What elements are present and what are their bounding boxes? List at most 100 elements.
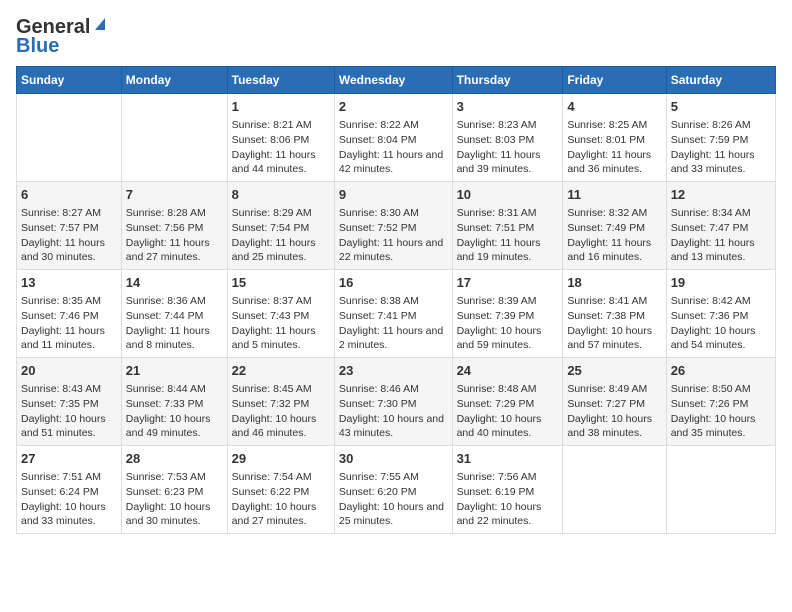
- calendar-cell: 20Sunrise: 8:43 AM Sunset: 7:35 PM Dayli…: [17, 358, 122, 446]
- calendar-cell: [563, 446, 666, 534]
- day-number: 25: [567, 362, 661, 380]
- day-number: 2: [339, 98, 448, 116]
- day-info: Sunrise: 8:35 AM Sunset: 7:46 PM Dayligh…: [21, 294, 117, 353]
- day-info: Sunrise: 7:55 AM Sunset: 6:20 PM Dayligh…: [339, 470, 448, 529]
- day-number: 10: [457, 186, 559, 204]
- day-info: Sunrise: 8:49 AM Sunset: 7:27 PM Dayligh…: [567, 382, 661, 441]
- calendar-cell: 2 Sunrise: 8:22 AM Sunset: 8:04 PM Daylig…: [334, 94, 452, 182]
- calendar-cell: 11Sunrise: 8:32 AM Sunset: 7:49 PM Dayli…: [563, 182, 666, 270]
- day-number: 8: [232, 186, 330, 204]
- page-header: General Blue: [16, 16, 776, 58]
- calendar-cell: [666, 446, 775, 534]
- day-number: 23: [339, 362, 448, 380]
- day-info: Sunrise: 8:23 AM Sunset: 8:03 PM Dayligh…: [457, 118, 559, 177]
- day-number: 27: [21, 450, 117, 468]
- calendar-cell: 25 Sunrise: 8:49 AM Sunset: 7:27 PM Dayli…: [563, 358, 666, 446]
- day-info: Sunrise: 8:34 AM Sunset: 7:47 PM Dayligh…: [671, 206, 771, 265]
- calendar-week-3: 13Sunrise: 8:35 AM Sunset: 7:46 PM Dayli…: [17, 270, 776, 358]
- logo: General Blue: [16, 16, 109, 58]
- weekday-saturday: Saturday: [666, 67, 775, 94]
- day-number: 5: [671, 98, 771, 116]
- day-number: 30: [339, 450, 448, 468]
- calendar-cell: 30 Sunrise: 7:55 AM Sunset: 6:20 PM Dayli…: [334, 446, 452, 534]
- day-info: Sunrise: 8:38 AM Sunset: 7:41 PM Dayligh…: [339, 294, 448, 353]
- day-number: 29: [232, 450, 330, 468]
- calendar-cell: 12 Sunrise: 8:34 AM Sunset: 7:47 PM Dayli…: [666, 182, 775, 270]
- weekday-header-row: SundayMondayTuesdayWednesdayThursdayFrid…: [17, 67, 776, 94]
- calendar-cell: 7 Sunrise: 8:28 AM Sunset: 7:56 PM Daylig…: [121, 182, 227, 270]
- calendar-table: SundayMondayTuesdayWednesdayThursdayFrid…: [16, 66, 776, 534]
- day-info: Sunrise: 8:27 AM Sunset: 7:57 PM Dayligh…: [21, 206, 117, 265]
- day-number: 19: [671, 274, 771, 292]
- day-info: Sunrise: 8:31 AM Sunset: 7:51 PM Dayligh…: [457, 206, 559, 265]
- day-number: 22: [232, 362, 330, 380]
- weekday-friday: Friday: [563, 67, 666, 94]
- day-number: 4: [567, 98, 661, 116]
- calendar-cell: 31 Sunrise: 7:56 AM Sunset: 6:19 PM Dayli…: [452, 446, 563, 534]
- calendar-cell: 3 Sunrise: 8:23 AM Sunset: 8:03 PM Daylig…: [452, 94, 563, 182]
- calendar-cell: 13Sunrise: 8:35 AM Sunset: 7:46 PM Dayli…: [17, 270, 122, 358]
- day-number: 16: [339, 274, 448, 292]
- day-info: Sunrise: 8:32 AM Sunset: 7:49 PM Dayligh…: [567, 206, 661, 265]
- day-info: Sunrise: 7:56 AM Sunset: 6:19 PM Dayligh…: [457, 470, 559, 529]
- weekday-monday: Monday: [121, 67, 227, 94]
- calendar-cell: 24 Sunrise: 8:48 AM Sunset: 7:29 PM Dayli…: [452, 358, 563, 446]
- calendar-cell: 4 Sunrise: 8:25 AM Sunset: 8:01 PM Daylig…: [563, 94, 666, 182]
- day-info: Sunrise: 8:21 AM Sunset: 8:06 PM Dayligh…: [232, 118, 330, 177]
- day-number: 26: [671, 362, 771, 380]
- logo-blue: Blue: [16, 35, 59, 58]
- calendar-cell: 27 Sunrise: 7:51 AM Sunset: 6:24 PM Dayli…: [17, 446, 122, 534]
- weekday-thursday: Thursday: [452, 67, 563, 94]
- calendar-cell: 26 Sunrise: 8:50 AM Sunset: 7:26 PM Dayli…: [666, 358, 775, 446]
- day-number: 7: [126, 186, 223, 204]
- day-info: Sunrise: 8:48 AM Sunset: 7:29 PM Dayligh…: [457, 382, 559, 441]
- day-number: 14: [126, 274, 223, 292]
- calendar-cell: 6Sunrise: 8:27 AM Sunset: 7:57 PM Daylig…: [17, 182, 122, 270]
- calendar-week-2: 6Sunrise: 8:27 AM Sunset: 7:57 PM Daylig…: [17, 182, 776, 270]
- calendar-cell: 8 Sunrise: 8:29 AM Sunset: 7:54 PM Daylig…: [227, 182, 334, 270]
- day-info: Sunrise: 8:41 AM Sunset: 7:38 PM Dayligh…: [567, 294, 661, 353]
- day-info: Sunrise: 8:46 AM Sunset: 7:30 PM Dayligh…: [339, 382, 448, 441]
- day-info: Sunrise: 8:28 AM Sunset: 7:56 PM Dayligh…: [126, 206, 223, 265]
- calendar-cell: 23 Sunrise: 8:46 AM Sunset: 7:30 PM Dayli…: [334, 358, 452, 446]
- calendar-cell: 1 Sunrise: 8:21 AM Sunset: 8:06 PM Daylig…: [227, 94, 334, 182]
- calendar-cell: 19Sunrise: 8:42 AM Sunset: 7:36 PM Dayli…: [666, 270, 775, 358]
- day-number: 24: [457, 362, 559, 380]
- logo-icon: [91, 16, 109, 34]
- calendar-cell: 17Sunrise: 8:39 AM Sunset: 7:39 PM Dayli…: [452, 270, 563, 358]
- day-info: Sunrise: 8:36 AM Sunset: 7:44 PM Dayligh…: [126, 294, 223, 353]
- day-number: 31: [457, 450, 559, 468]
- day-number: 3: [457, 98, 559, 116]
- calendar-cell: 18 Sunrise: 8:41 AM Sunset: 7:38 PM Dayli…: [563, 270, 666, 358]
- day-number: 21: [126, 362, 223, 380]
- calendar-cell: 5 Sunrise: 8:26 AM Sunset: 7:59 PM Daylig…: [666, 94, 775, 182]
- day-info: Sunrise: 8:39 AM Sunset: 7:39 PM Dayligh…: [457, 294, 559, 353]
- day-number: 1: [232, 98, 330, 116]
- day-number: 15: [232, 274, 330, 292]
- calendar-cell: 16 Sunrise: 8:38 AM Sunset: 7:41 PM Dayli…: [334, 270, 452, 358]
- day-info: Sunrise: 8:44 AM Sunset: 7:33 PM Dayligh…: [126, 382, 223, 441]
- day-info: Sunrise: 7:53 AM Sunset: 6:23 PM Dayligh…: [126, 470, 223, 529]
- calendar-week-4: 20Sunrise: 8:43 AM Sunset: 7:35 PM Dayli…: [17, 358, 776, 446]
- calendar-cell: 22 Sunrise: 8:45 AM Sunset: 7:32 PM Dayli…: [227, 358, 334, 446]
- calendar-cell: 15 Sunrise: 8:37 AM Sunset: 7:43 PM Dayli…: [227, 270, 334, 358]
- day-info: Sunrise: 8:29 AM Sunset: 7:54 PM Dayligh…: [232, 206, 330, 265]
- day-info: Sunrise: 8:26 AM Sunset: 7:59 PM Dayligh…: [671, 118, 771, 177]
- day-info: Sunrise: 8:50 AM Sunset: 7:26 PM Dayligh…: [671, 382, 771, 441]
- day-info: Sunrise: 8:25 AM Sunset: 8:01 PM Dayligh…: [567, 118, 661, 177]
- day-info: Sunrise: 8:45 AM Sunset: 7:32 PM Dayligh…: [232, 382, 330, 441]
- calendar-cell: 10 Sunrise: 8:31 AM Sunset: 7:51 PM Dayli…: [452, 182, 563, 270]
- day-info: Sunrise: 8:37 AM Sunset: 7:43 PM Dayligh…: [232, 294, 330, 353]
- weekday-sunday: Sunday: [17, 67, 122, 94]
- weekday-wednesday: Wednesday: [334, 67, 452, 94]
- calendar-cell: 21 Sunrise: 8:44 AM Sunset: 7:33 PM Dayli…: [121, 358, 227, 446]
- day-info: Sunrise: 8:22 AM Sunset: 8:04 PM Dayligh…: [339, 118, 448, 177]
- day-number: 28: [126, 450, 223, 468]
- day-number: 20: [21, 362, 117, 380]
- day-info: Sunrise: 7:54 AM Sunset: 6:22 PM Dayligh…: [232, 470, 330, 529]
- day-number: 18: [567, 274, 661, 292]
- day-number: 12: [671, 186, 771, 204]
- day-info: Sunrise: 7:51 AM Sunset: 6:24 PM Dayligh…: [21, 470, 117, 529]
- calendar-cell: [121, 94, 227, 182]
- calendar-cell: 14 Sunrise: 8:36 AM Sunset: 7:44 PM Dayli…: [121, 270, 227, 358]
